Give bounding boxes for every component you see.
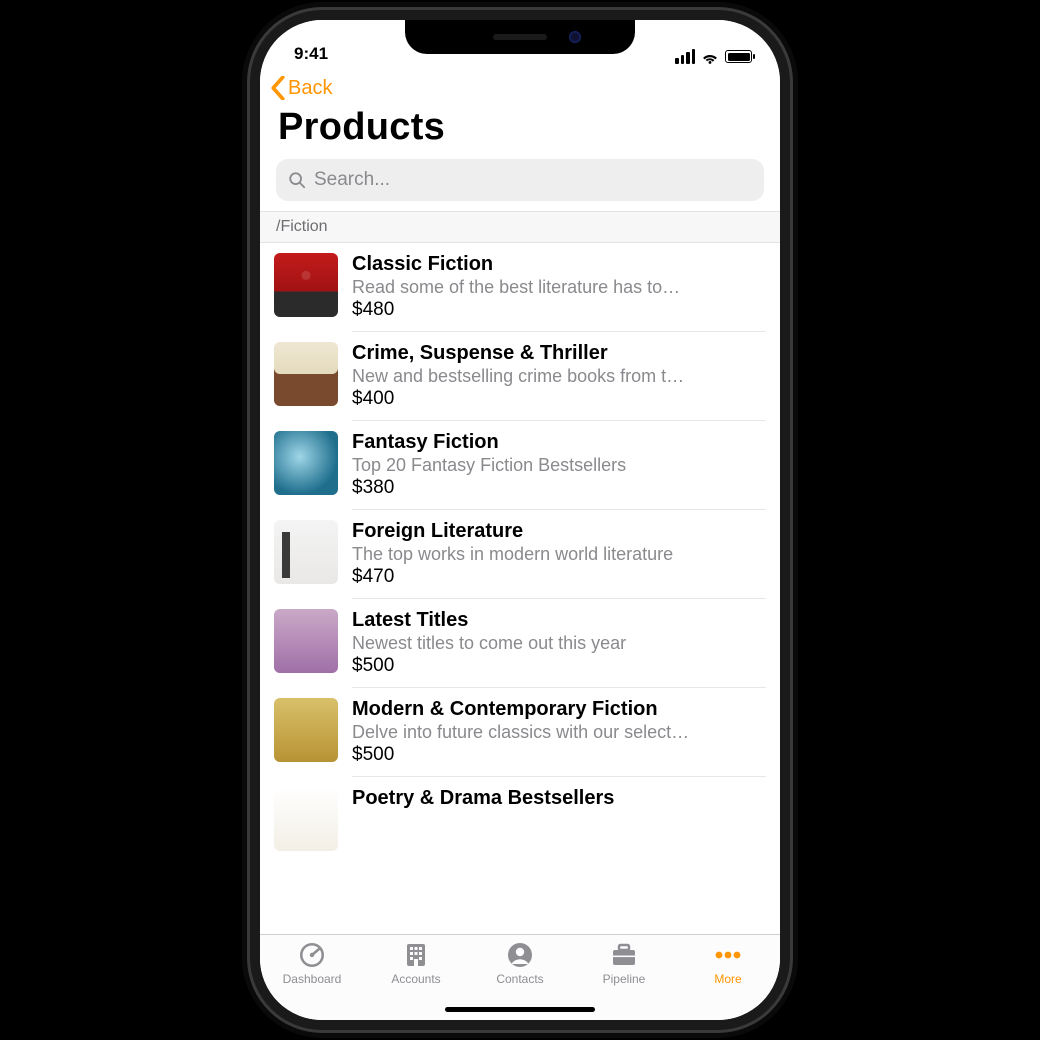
search-field[interactable]: [276, 159, 764, 201]
tab-label: Pipeline: [603, 972, 646, 986]
product-price: $480: [352, 299, 766, 321]
product-title: Poetry & Drama Bestsellers: [352, 787, 766, 810]
speaker-grille: [493, 34, 547, 40]
tab-label: Accounts: [391, 972, 440, 986]
product-subtitle: Top 20 Fantasy Fiction Bestsellers: [352, 455, 766, 476]
product-thumbnail: [274, 698, 338, 762]
search-input[interactable]: [314, 169, 752, 191]
wifi-icon: [701, 50, 719, 64]
product-price: $500: [352, 655, 766, 677]
tab-dashboard[interactable]: Dashboard: [260, 941, 364, 1020]
product-title: Modern & Contemporary Fiction: [352, 698, 766, 721]
home-indicator[interactable]: [445, 1007, 595, 1012]
product-title: Fantasy Fiction: [352, 431, 766, 454]
cellular-signal-icon: [675, 49, 695, 64]
tab-more[interactable]: More: [676, 941, 780, 1020]
page-title: Products: [260, 104, 780, 159]
list-item[interactable]: Classic Fiction Read some of the best li…: [260, 243, 780, 332]
product-subtitle: Delve into future classics with our sele…: [352, 722, 766, 743]
tab-label: Contacts: [496, 972, 543, 986]
product-title: Latest Titles: [352, 609, 766, 632]
product-thumbnail: [274, 253, 338, 317]
front-camera: [569, 31, 581, 43]
product-thumbnail: [274, 787, 338, 851]
product-title: Foreign Literature: [352, 520, 766, 543]
person-circle-icon: [505, 941, 535, 969]
notch: [405, 20, 635, 54]
building-icon: [401, 941, 431, 969]
list-item[interactable]: Foreign Literature The top works in mode…: [260, 510, 780, 599]
product-thumbnail: [274, 342, 338, 406]
list-item[interactable]: Fantasy Fiction Top 20 Fantasy Fiction B…: [260, 421, 780, 510]
product-subtitle: New and bestselling crime books from t…: [352, 366, 766, 387]
product-price: $470: [352, 566, 766, 588]
screen: 9:41 Back Products /Fiction: [260, 20, 780, 1020]
product-price: $500: [352, 744, 766, 766]
product-subtitle: Newest titles to come out this year: [352, 633, 766, 654]
product-list[interactable]: Classic Fiction Read some of the best li…: [260, 243, 780, 934]
list-item[interactable]: Modern & Contemporary Fiction Delve into…: [260, 688, 780, 777]
back-button[interactable]: Back: [260, 66, 780, 104]
status-time: 9:41: [294, 44, 328, 64]
product-subtitle: Read some of the best literature has to…: [352, 277, 766, 298]
list-item[interactable]: Latest Titles Newest titles to come out …: [260, 599, 780, 688]
product-subtitle: The top works in modern world literature: [352, 544, 766, 565]
product-price: $400: [352, 388, 766, 410]
briefcase-icon: [609, 941, 639, 969]
more-icon: [713, 941, 743, 969]
tab-label: Dashboard: [283, 972, 342, 986]
back-label: Back: [288, 77, 332, 100]
product-thumbnail: [274, 520, 338, 584]
battery-icon: [725, 50, 752, 63]
phone-frame: 9:41 Back Products /Fiction: [260, 20, 780, 1020]
list-item[interactable]: Poetry & Drama Bestsellers: [260, 777, 780, 851]
search-icon: [288, 171, 306, 189]
list-item[interactable]: Crime, Suspense & Thriller New and bests…: [260, 332, 780, 421]
section-header: /Fiction: [260, 211, 780, 243]
product-title: Crime, Suspense & Thriller: [352, 342, 766, 365]
chevron-left-icon: [270, 76, 286, 100]
product-thumbnail: [274, 431, 338, 495]
product-price: $380: [352, 477, 766, 499]
gauge-icon: [297, 941, 327, 969]
tab-label: More: [714, 972, 741, 986]
product-thumbnail: [274, 609, 338, 673]
product-title: Classic Fiction: [352, 253, 766, 276]
